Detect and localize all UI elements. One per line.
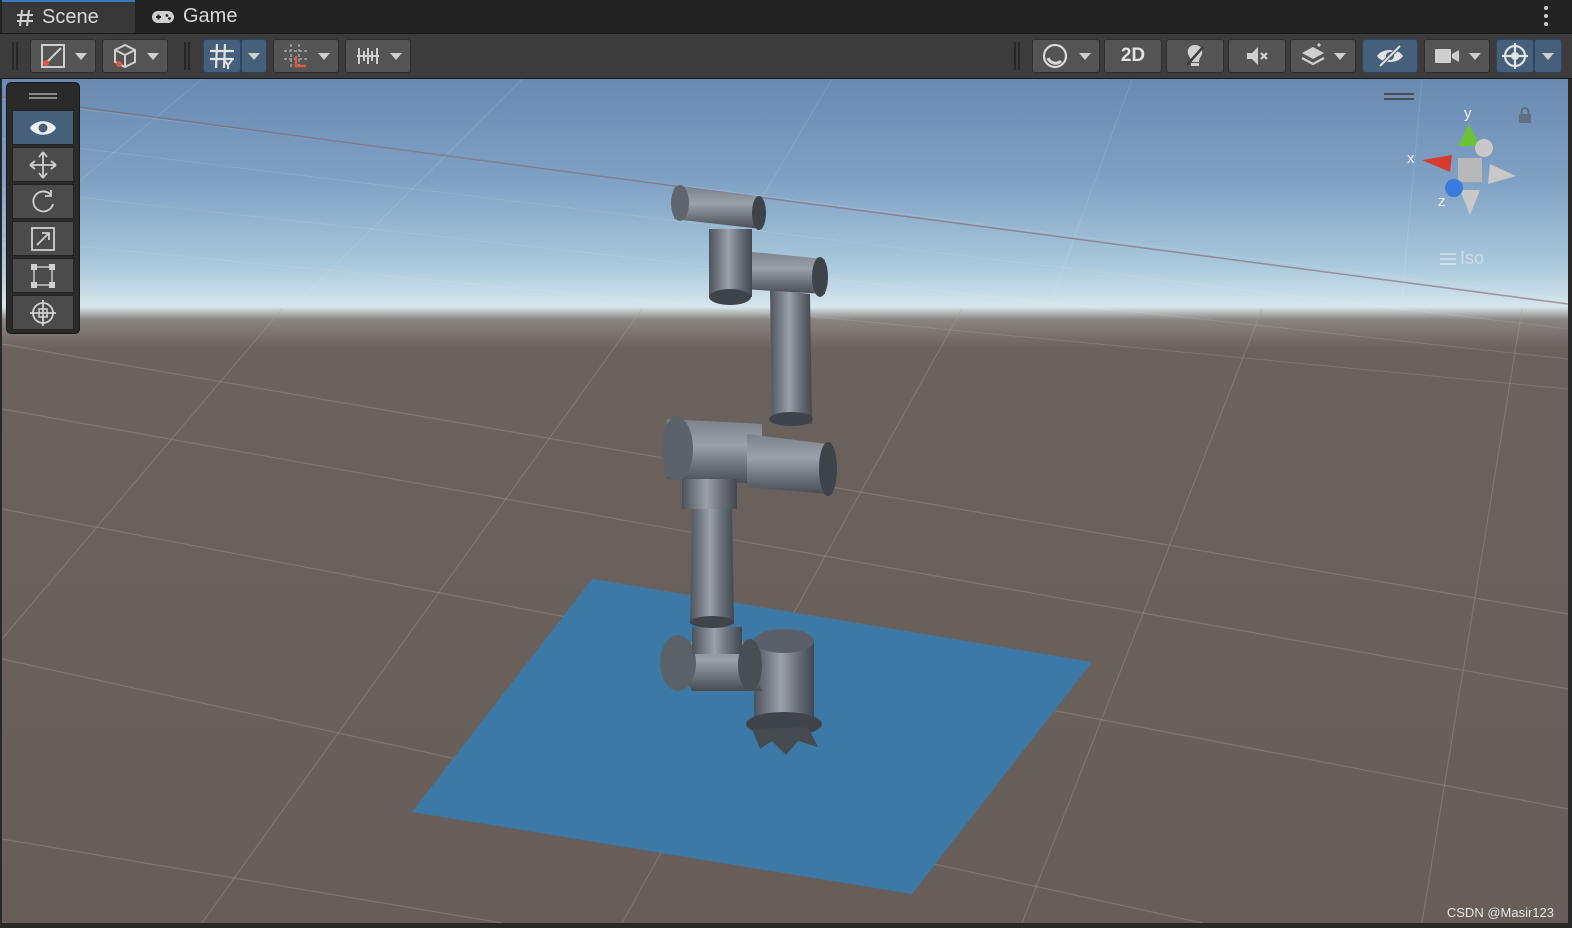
- tab-game[interactable]: Game: [137, 0, 257, 33]
- render-mode-dropdown[interactable]: [102, 39, 168, 73]
- hash-grid-icon: [17, 9, 33, 26]
- move-arrows-icon: [29, 150, 57, 179]
- gizmo-x-label: x: [1407, 150, 1415, 167]
- scene-3d-render[interactable]: [2, 79, 1568, 923]
- gizmos-toggle-button[interactable]: [1496, 39, 1534, 73]
- gizmo-neg-x-cone[interactable]: [1488, 164, 1516, 184]
- scene-visibility-button[interactable]: [1362, 39, 1418, 73]
- overlay-grip-handle[interactable]: [29, 93, 57, 99]
- gizmo-y-label: y: [1464, 105, 1472, 122]
- gizmo-x-cone[interactable]: [1422, 155, 1452, 172]
- chevron-down-icon: [1542, 52, 1554, 60]
- toggle-lighting-button[interactable]: [1166, 39, 1224, 73]
- gizmo-globe-icon: [1502, 43, 1528, 69]
- gizmos-dropdown[interactable]: [1534, 39, 1562, 73]
- transform-icon: [30, 299, 56, 326]
- chevron-down-icon: [1079, 52, 1091, 60]
- draw-mode-dropdown[interactable]: [30, 39, 96, 73]
- rotate-icon: [32, 189, 54, 212]
- toolbar-grip[interactable]: [1014, 42, 1020, 70]
- layers-stack-icon: [1301, 43, 1325, 66]
- scene-toolbar: 2D: [0, 34, 1572, 79]
- transform-tool-button[interactable]: [12, 295, 74, 330]
- sphere-shading-icon: [1042, 43, 1068, 69]
- tab-game-label: Game: [183, 5, 238, 27]
- more-options-icon[interactable]: [1536, 4, 1556, 28]
- rect-transform-icon: [31, 263, 55, 288]
- shaded-draw-mode-icon: [41, 44, 65, 68]
- rect-tool-button[interactable]: [12, 258, 74, 293]
- window-tab-bar: Scene Game: [0, 0, 1572, 34]
- eye-hidden-icon: [1377, 44, 1403, 68]
- chevron-down-icon: [1469, 52, 1481, 60]
- projection-lines-icon: [1440, 252, 1456, 265]
- speaker-mute-icon: [1247, 47, 1268, 65]
- gizmo-y-cone[interactable]: [1458, 124, 1480, 146]
- gizmo-overlay-grip[interactable]: [1384, 93, 1414, 100]
- toggle-2d-label: 2D: [1120, 45, 1146, 66]
- shading-mode-dropdown[interactable]: [1032, 39, 1100, 73]
- cube-icon: [114, 43, 136, 69]
- tab-scene-label: Scene: [42, 6, 99, 28]
- gizmo-center-cube[interactable]: [1458, 158, 1482, 182]
- watermark-text: CSDN @Masir123: [1446, 905, 1554, 920]
- toggle-2d-button[interactable]: 2D: [1104, 39, 1162, 73]
- robot-arm[interactable]: [660, 185, 837, 755]
- ruler-icon: [357, 48, 379, 64]
- toolbar-grip[interactable]: [184, 42, 190, 70]
- projection-label: Iso: [1460, 248, 1485, 268]
- scene-viewport[interactable]: [2, 79, 1568, 923]
- camera-settings-dropdown[interactable]: [1424, 39, 1490, 73]
- move-tool-button[interactable]: [12, 147, 74, 182]
- gizmo-neg-y-cone[interactable]: [1460, 190, 1480, 215]
- ground-plane[interactable]: [412, 579, 1092, 894]
- grid-snap-icon: [284, 44, 308, 68]
- gizmo-z-cone[interactable]: [1445, 179, 1463, 197]
- chevron-down-icon: [318, 52, 330, 60]
- increment-snapping-dropdown[interactable]: [345, 39, 411, 73]
- toolbar-grip[interactable]: [12, 42, 18, 70]
- chevron-down-icon: [390, 52, 402, 60]
- effects-dropdown[interactable]: [1290, 39, 1356, 73]
- eye-icon: [30, 120, 56, 135]
- light-bulb-icon: [1186, 45, 1204, 66]
- grid-snapping-dropdown[interactable]: [273, 39, 339, 73]
- gizmo-neg-z-cone[interactable]: [1475, 139, 1493, 157]
- tools-overlay: [6, 82, 80, 334]
- camera-icon: [1435, 49, 1459, 63]
- toggle-grid-button[interactable]: [203, 39, 241, 73]
- toggle-audio-button[interactable]: [1228, 39, 1286, 73]
- chevron-down-icon: [75, 52, 87, 60]
- view-tool-button[interactable]: [12, 110, 74, 145]
- scale-icon: [31, 226, 55, 251]
- orientation-gizmo[interactable]: y x z: [1400, 100, 1530, 230]
- projection-toggle[interactable]: Iso: [1440, 248, 1484, 269]
- gamepad-icon: [152, 10, 174, 23]
- gizmo-z-label: z: [1438, 193, 1446, 210]
- rotate-tool-button[interactable]: [12, 184, 74, 219]
- grid-visibility-icon: [210, 43, 234, 69]
- tab-scene[interactable]: Scene: [2, 0, 135, 33]
- grid-options-dropdown[interactable]: [241, 39, 267, 73]
- chevron-down-icon: [248, 52, 260, 60]
- scale-tool-button[interactable]: [12, 221, 74, 256]
- chevron-down-icon: [1334, 52, 1346, 60]
- chevron-down-icon: [147, 52, 159, 60]
